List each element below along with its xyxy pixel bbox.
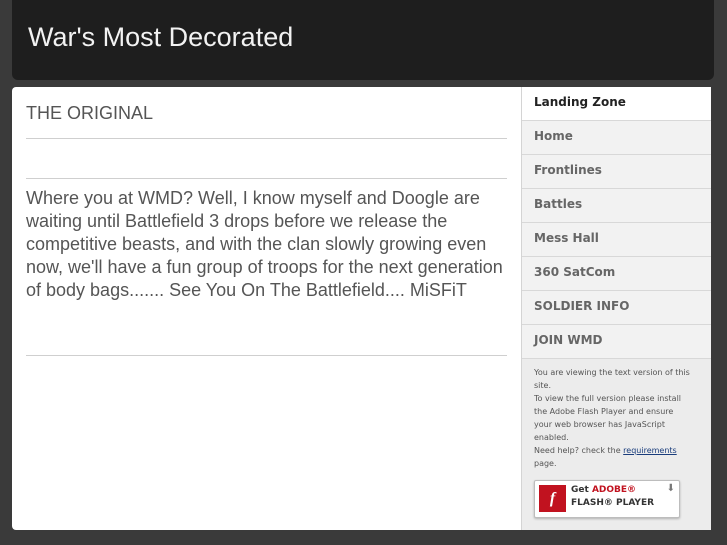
get-flash-player-button[interactable]: f Get ADOBE® FLASH® PLAYER ⬇: [534, 480, 680, 518]
sidebar-item-label: Mess Hall: [534, 231, 599, 245]
sidebar-item-label: Battles: [534, 197, 583, 211]
sidebar-item-label: Landing Zone: [534, 95, 626, 109]
sidebar-item-home[interactable]: Home: [522, 121, 711, 155]
sidebar-item-label: Frontlines: [534, 163, 602, 177]
sidebar-item-frontlines[interactable]: Frontlines: [522, 155, 711, 189]
flash-badge-get: Get: [571, 485, 589, 495]
notice-help: Need help? check the requirements page.: [534, 444, 692, 470]
sidebar-item-360-satcom[interactable]: 360 SatCom: [522, 257, 711, 291]
site-title[interactable]: War's Most Decorated: [28, 22, 293, 53]
sidebar-item-soldier-info[interactable]: SOLDIER INFO: [522, 291, 711, 325]
sidebar-item-label: Home: [534, 129, 573, 143]
flash-notice: You are viewing the text version of this…: [534, 366, 692, 470]
sidebar-item-label: JOIN WMD: [534, 333, 603, 347]
notice-text: To view the full version please install …: [534, 394, 682, 442]
page-title: THE ORIGINAL: [26, 103, 154, 123]
notice-text: page.: [534, 459, 557, 468]
sidebar: Landing Zone Home Frontlines Battles Mes…: [521, 87, 711, 530]
main-content: THE ORIGINAL Where you at WMD? Well, I k…: [12, 87, 521, 530]
divider: [26, 178, 507, 179]
flash-player-icon: f: [539, 485, 566, 512]
sidebar-item-join-wmd[interactable]: JOIN WMD: [522, 325, 711, 359]
divider: [26, 355, 507, 356]
sidebar-item-label: 360 SatCom: [534, 265, 616, 279]
sidebar-item-landing-zone[interactable]: Landing Zone: [522, 87, 711, 121]
site-header: War's Most Decorated: [12, 0, 714, 80]
sidebar-item-battles[interactable]: Battles: [522, 189, 711, 223]
sidebar-item-mess-hall[interactable]: Mess Hall: [522, 223, 711, 257]
flash-badge-adobe: ADOBE®: [591, 485, 637, 495]
notice-text: Need help? check the: [534, 446, 621, 455]
notice-text: You are viewing the text version of this…: [534, 368, 690, 390]
page-body-text: Where you at WMD? Well, I know myself an…: [26, 188, 503, 300]
flash-badge-product: FLASH® PLAYER: [571, 498, 655, 508]
flash-badge-title: Get ADOBE®: [571, 485, 636, 495]
sidebar-item-label: SOLDIER INFO: [534, 299, 630, 313]
requirements-link[interactable]: requirements: [623, 446, 677, 455]
divider: [26, 138, 507, 139]
download-arrow-icon: ⬇: [666, 483, 675, 494]
